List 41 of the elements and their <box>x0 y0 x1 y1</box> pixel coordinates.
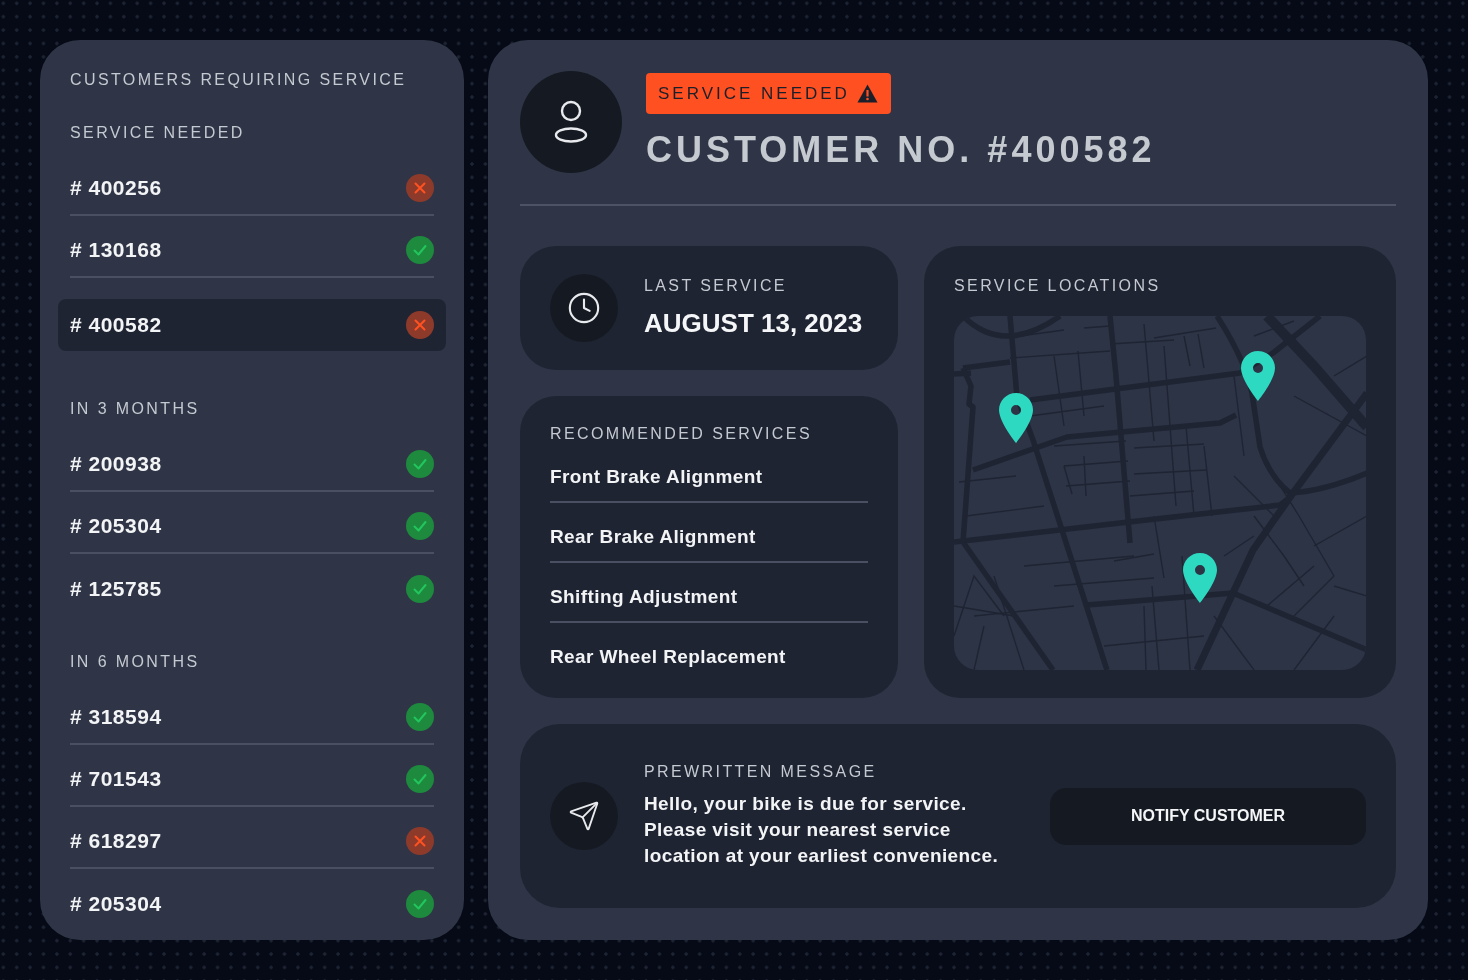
customer-title: CUSTOMER NO. #400582 <box>646 130 1156 170</box>
customer-number: # 205304 <box>70 514 162 538</box>
customer-row[interactable]: # 130168 <box>70 216 434 278</box>
customer-row[interactable]: # 701543 <box>70 745 434 807</box>
map-pin-icon <box>1241 351 1275 401</box>
message-text: Hello, your bike is due for service. Please visit your nearest service location at your earliest convenience. <box>644 792 1000 868</box>
group-title: SERVICE NEEDED <box>70 123 246 143</box>
customer-row[interactable]: # 400582 <box>58 299 446 351</box>
service-item: Shifting Adjustment <box>550 563 868 623</box>
customer-number: # 318594 <box>70 705 162 729</box>
card-title: SERVICE LOCATIONS <box>954 277 1162 295</box>
card-title: RECOMMENDED SERVICES <box>550 425 813 443</box>
panel-title: CUSTOMERS REQUIRING SERVICE <box>70 70 408 90</box>
message-label: PREWRITTEN MESSAGE <box>644 763 878 781</box>
map-pin-icon <box>999 393 1033 443</box>
customer-row[interactable]: # 205304 <box>70 869 434 931</box>
service-item: Rear Wheel Replacement <box>550 645 787 669</box>
group-title: IN 6 MONTHS <box>70 652 201 672</box>
customer-number: # 205304 <box>70 892 162 916</box>
service-item: Front Brake Alignment <box>550 443 868 503</box>
customer-number: # 400256 <box>70 176 162 200</box>
customer-row[interactable]: # 205304 <box>70 492 434 554</box>
last-service-label: LAST SERVICE <box>644 277 788 295</box>
customer-number: # 400582 <box>70 313 162 337</box>
customer-row[interactable]: # 318594 <box>70 683 434 745</box>
customer-number: # 701543 <box>70 767 162 791</box>
customer-number: # 618297 <box>70 829 162 853</box>
customer-row[interactable]: # 125785 <box>70 554 434 616</box>
map-pin-icon <box>1183 553 1217 603</box>
customer-number: # 130168 <box>70 238 162 262</box>
customer-number: # 200938 <box>70 452 162 476</box>
customer-row[interactable]: # 200938 <box>70 430 434 492</box>
customer-row[interactable]: # 400256 <box>70 154 434 216</box>
customer-row[interactable]: # 618297 <box>70 807 434 869</box>
notify-button[interactable]: NOTIFY CUSTOMER <box>1050 787 1366 845</box>
group-title: IN 3 MONTHS <box>70 399 201 419</box>
service-item: Rear Brake Alignment <box>550 503 868 563</box>
last-service-date: AUGUST 13, 2023 <box>644 307 863 339</box>
customer-number: # 125785 <box>70 577 162 601</box>
warning-icon <box>856 84 878 103</box>
badge-label: SERVICE NEEDED <box>658 83 850 104</box>
